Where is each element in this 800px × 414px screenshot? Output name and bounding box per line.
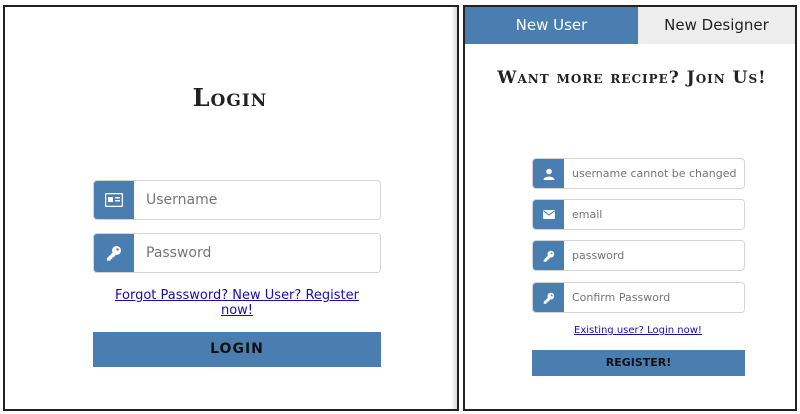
password-field[interactable]	[93, 233, 381, 273]
login-title: Login	[192, 83, 268, 112]
login-panel: Login Forgot Password? New User? Registe…	[3, 5, 459, 411]
register-button[interactable]: REGISTER!	[532, 350, 745, 376]
tab-new-designer[interactable]: New Designer	[638, 7, 795, 44]
panel-edge-shadow	[451, 7, 457, 409]
password-input[interactable]	[134, 234, 380, 272]
register-title: Want more recipe? Join Us!	[497, 68, 767, 88]
register-confirm-password-field[interactable]	[532, 282, 745, 313]
user-type-tabs: New User New Designer	[465, 7, 795, 44]
register-panel: New User New Designer Want more recipe? …	[463, 5, 797, 411]
tab-new-user[interactable]: New User	[465, 7, 638, 44]
register-username-field[interactable]	[532, 158, 745, 189]
register-confirm-password-input[interactable]	[564, 283, 744, 312]
existing-user-login-link[interactable]: Existing user? Login now!	[525, 325, 751, 336]
envelope-icon	[533, 200, 564, 229]
register-password-input[interactable]	[564, 241, 744, 270]
register-email-input[interactable]	[564, 200, 744, 229]
register-email-field[interactable]	[532, 199, 745, 230]
forgot-register-link[interactable]: Forgot Password? New User? Register now!	[97, 288, 377, 318]
login-button[interactable]: LOGIN	[93, 332, 381, 367]
key-icon	[94, 234, 134, 272]
register-password-field[interactable]	[532, 240, 745, 271]
id-card-icon	[94, 181, 134, 219]
user-icon	[533, 159, 564, 188]
key-icon	[533, 283, 564, 312]
register-username-input[interactable]	[564, 159, 744, 188]
key-icon	[533, 241, 564, 270]
username-field[interactable]	[93, 180, 381, 220]
username-input[interactable]	[134, 181, 380, 219]
